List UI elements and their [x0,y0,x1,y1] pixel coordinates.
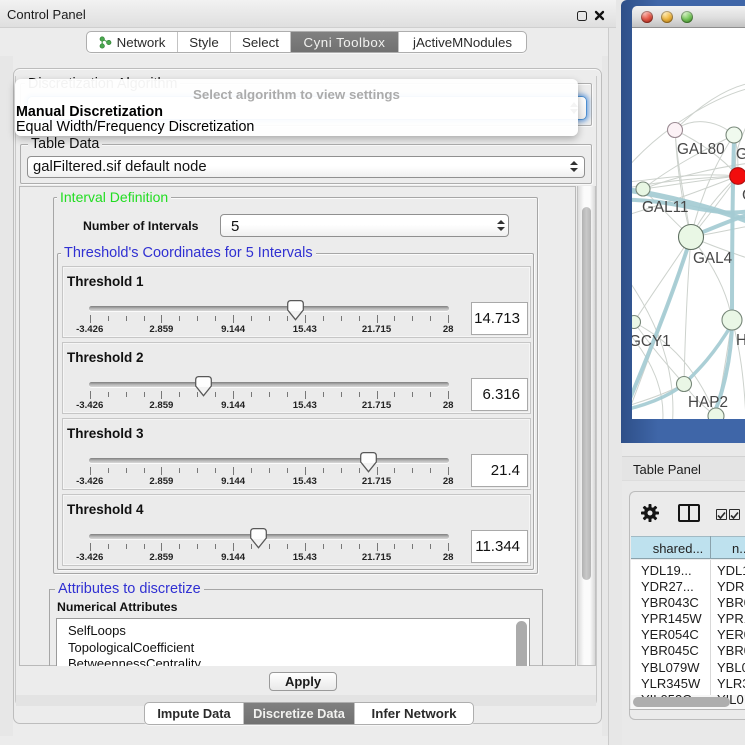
svg-text:GAL80: GAL80 [677,141,725,158]
svg-text:GA: GA [736,146,745,163]
svg-text:GAL11: GAL11 [642,199,689,216]
svg-text:GAL4: GAL4 [693,250,733,267]
svg-text:HAP2: HAP2 [688,394,728,411]
svg-text:GCY1: GCY1 [632,333,671,350]
svg-text:H: H [736,332,745,349]
